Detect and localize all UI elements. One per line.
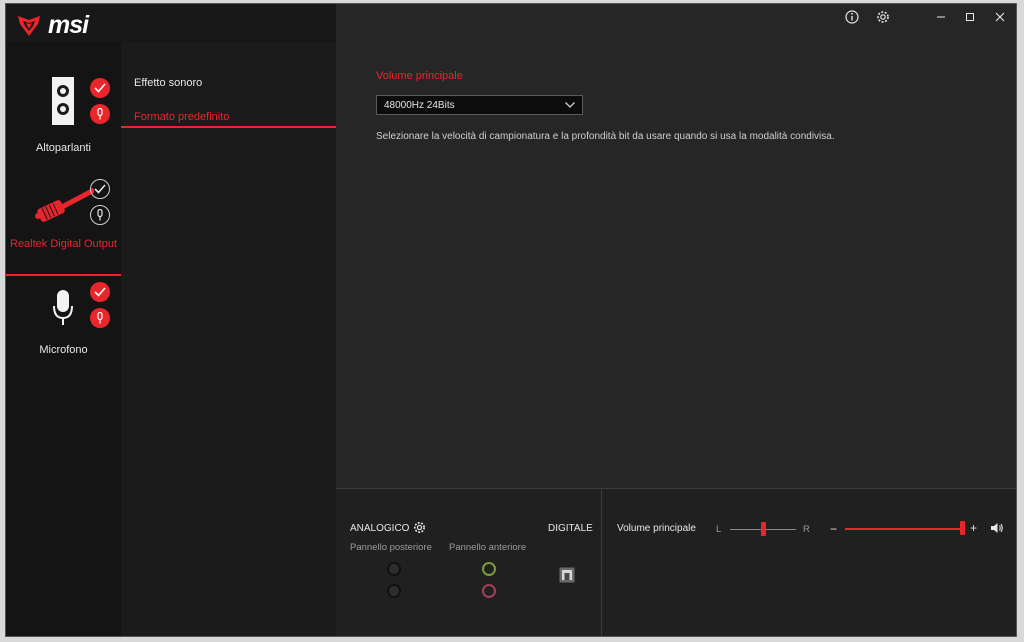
device-label: Microfono (39, 344, 88, 356)
menu-item-formato-predefinito[interactable]: Formato predefinito (134, 111, 229, 123)
volume-label: Volume principale (617, 523, 696, 534)
volume-slider-fill (845, 528, 963, 530)
device-label: Altoparlanti (35, 142, 92, 154)
front-jack-pink[interactable] (482, 584, 496, 598)
speaker-icon (52, 77, 74, 125)
format-dropdown[interactable]: 48000Hz 24Bits (376, 95, 583, 115)
cable-icon (35, 187, 94, 222)
gear-icon (414, 522, 425, 533)
minimize-icon (937, 16, 945, 18)
default-comm-mic[interactable] (90, 205, 110, 225)
optical-port-icon[interactable] (559, 567, 575, 583)
device-realtek-digital-output[interactable]: Realtek Digital Output (6, 174, 121, 276)
logo-area: msi (6, 4, 336, 42)
analog-settings-button[interactable] (413, 521, 426, 539)
rear-jack-2[interactable] (387, 584, 401, 598)
mic-small-icon (97, 312, 103, 324)
default-device-check[interactable] (90, 78, 110, 98)
check-icon (94, 184, 106, 194)
device-label: Realtek Digital Output (10, 238, 117, 250)
front-panel-label: Pannello anteriore (449, 542, 527, 553)
close-icon (995, 12, 1005, 22)
device-altoparlanti[interactable]: Altoparlanti (6, 72, 121, 168)
front-jack-green[interactable] (482, 562, 496, 576)
default-comm-mic[interactable] (90, 308, 110, 328)
info-button[interactable] (845, 10, 859, 24)
connector-panel: ANALOGICO DIGITALE Pannello posteriore P… (336, 489, 602, 636)
rear-jack-1[interactable] (387, 562, 401, 576)
format-description: Selezionare la velocità di campionatura … (376, 131, 835, 142)
mic-small-icon (97, 108, 103, 120)
chevron-down-icon (565, 102, 575, 108)
microphone-icon (53, 290, 73, 325)
balance-left-label: L (716, 524, 722, 535)
analog-label: ANALOGICO (350, 523, 410, 534)
balance-slider-thumb[interactable] (761, 522, 766, 536)
section-title: Volume principale (376, 70, 463, 82)
digital-label: DIGITALE (548, 523, 593, 534)
speaker-volume-icon[interactable] (990, 522, 1004, 534)
volume-decrease-button[interactable]: − (830, 522, 837, 536)
mic-small-icon (97, 209, 103, 221)
info-icon (845, 10, 859, 24)
volume-slider-thumb[interactable] (960, 521, 965, 535)
default-device-check[interactable] (90, 179, 110, 199)
default-device-check[interactable] (90, 282, 110, 302)
menu-active-indicator (121, 126, 336, 128)
maximize-icon (966, 13, 974, 21)
settings-button[interactable] (876, 10, 890, 24)
volume-increase-button[interactable]: + (970, 521, 977, 535)
settings-menu: Effetto sonoro Formato predefinito (121, 42, 336, 636)
default-comm-mic[interactable] (90, 104, 110, 124)
menu-item-effetto-sonoro[interactable]: Effetto sonoro (134, 77, 202, 89)
main-panel: Volume principale 48000Hz 24Bits Selezio… (336, 4, 1016, 488)
maximize-button[interactable] (963, 10, 977, 24)
rear-panel-label: Pannello posteriore (350, 542, 432, 553)
device-microfono[interactable]: Microfono (6, 276, 121, 372)
logo-text: msi (48, 11, 89, 39)
check-icon (94, 83, 106, 93)
close-button[interactable] (993, 10, 1007, 24)
msi-logo: msi (16, 11, 89, 40)
app-window: msi Altoparlanti Realtek Digital Output … (6, 4, 1016, 636)
check-icon (94, 287, 106, 297)
minimize-button[interactable] (934, 10, 948, 24)
format-dropdown-value: 48000Hz 24Bits (384, 99, 455, 111)
gear-icon (877, 11, 889, 23)
balance-right-label: R (803, 524, 810, 535)
dragon-icon (18, 15, 40, 36)
bottom-panel: ANALOGICO DIGITALE Pannello posteriore P… (336, 488, 1016, 636)
